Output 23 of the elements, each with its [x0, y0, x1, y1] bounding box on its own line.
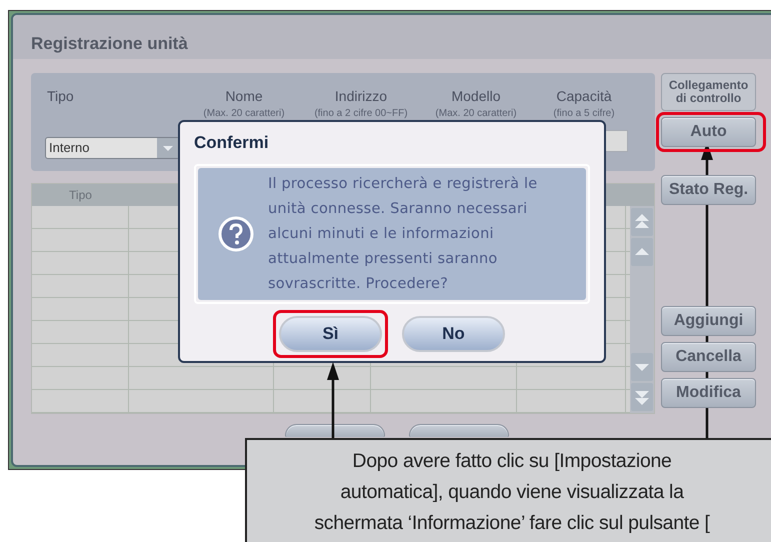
section-label: Collegamento di controllo — [661, 73, 756, 111]
callout-text: Dopo avere fatto clic su [Impostazione automatica], quando viene visualizzata la schermata ‘Informazione’ fare clic sul pulsante [ — [313, 449, 711, 536]
dialog-title: Confermi — [194, 132, 269, 154]
side-button[interactable]: Stato Reg. — [661, 175, 756, 205]
type-dropdown[interactable]: Interno — [45, 137, 180, 159]
field-hint: (fino a 5 cifre) — [553, 107, 615, 121]
dialog-button[interactable]: No — [402, 316, 505, 352]
field-hint: (Max. 20 caratteri) — [435, 107, 517, 121]
column-header: Tipo — [68, 187, 93, 204]
field-label: Tipo — [47, 87, 74, 105]
window-title: Registrazione unità — [13, 15, 771, 59]
side-button[interactable]: Auto — [661, 117, 756, 147]
dialog-message: Il processo ricercherà e registrerà le unità connesse. Saranno necessari alcuni minuti e le informazioni attualmente pressenti saranno sovrascritte. Procedere? — [268, 174, 538, 294]
field-label: Nome — [225, 87, 263, 105]
dialog-button[interactable]: Sì — [279, 316, 382, 352]
field-label: Indirizzo — [334, 87, 388, 105]
side-button[interactable]: Modifica — [661, 378, 756, 408]
side-button[interactable]: Aggiungi — [661, 306, 756, 336]
field-hint: (fino a 2 cifre 00~FF) — [314, 107, 408, 121]
side-button[interactable]: Cancella — [661, 342, 756, 372]
field-label: Modello — [451, 87, 501, 105]
field-label: Capacità — [556, 87, 612, 105]
field-hint: (Max. 20 caratteri) — [203, 107, 285, 121]
